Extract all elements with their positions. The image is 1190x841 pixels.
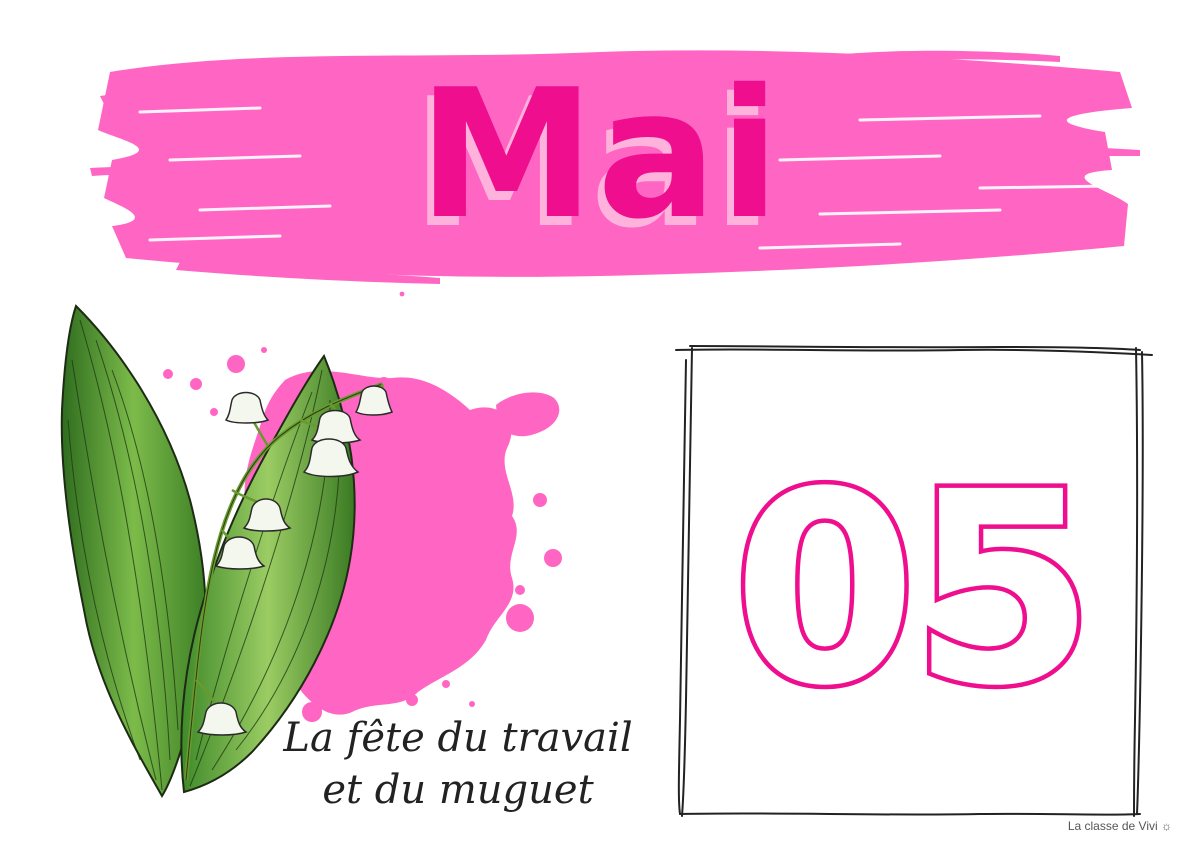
- event-caption: La fête du travail et du muguet: [258, 712, 658, 816]
- credit-text: La classe de Vivi ☼: [1067, 819, 1172, 833]
- event-caption-line-1: La fête du travail: [283, 715, 633, 761]
- day-number: 05: [728, 436, 1100, 745]
- event-caption-line-2: et du muguet: [322, 767, 594, 813]
- month-title: Mai: [417, 51, 783, 258]
